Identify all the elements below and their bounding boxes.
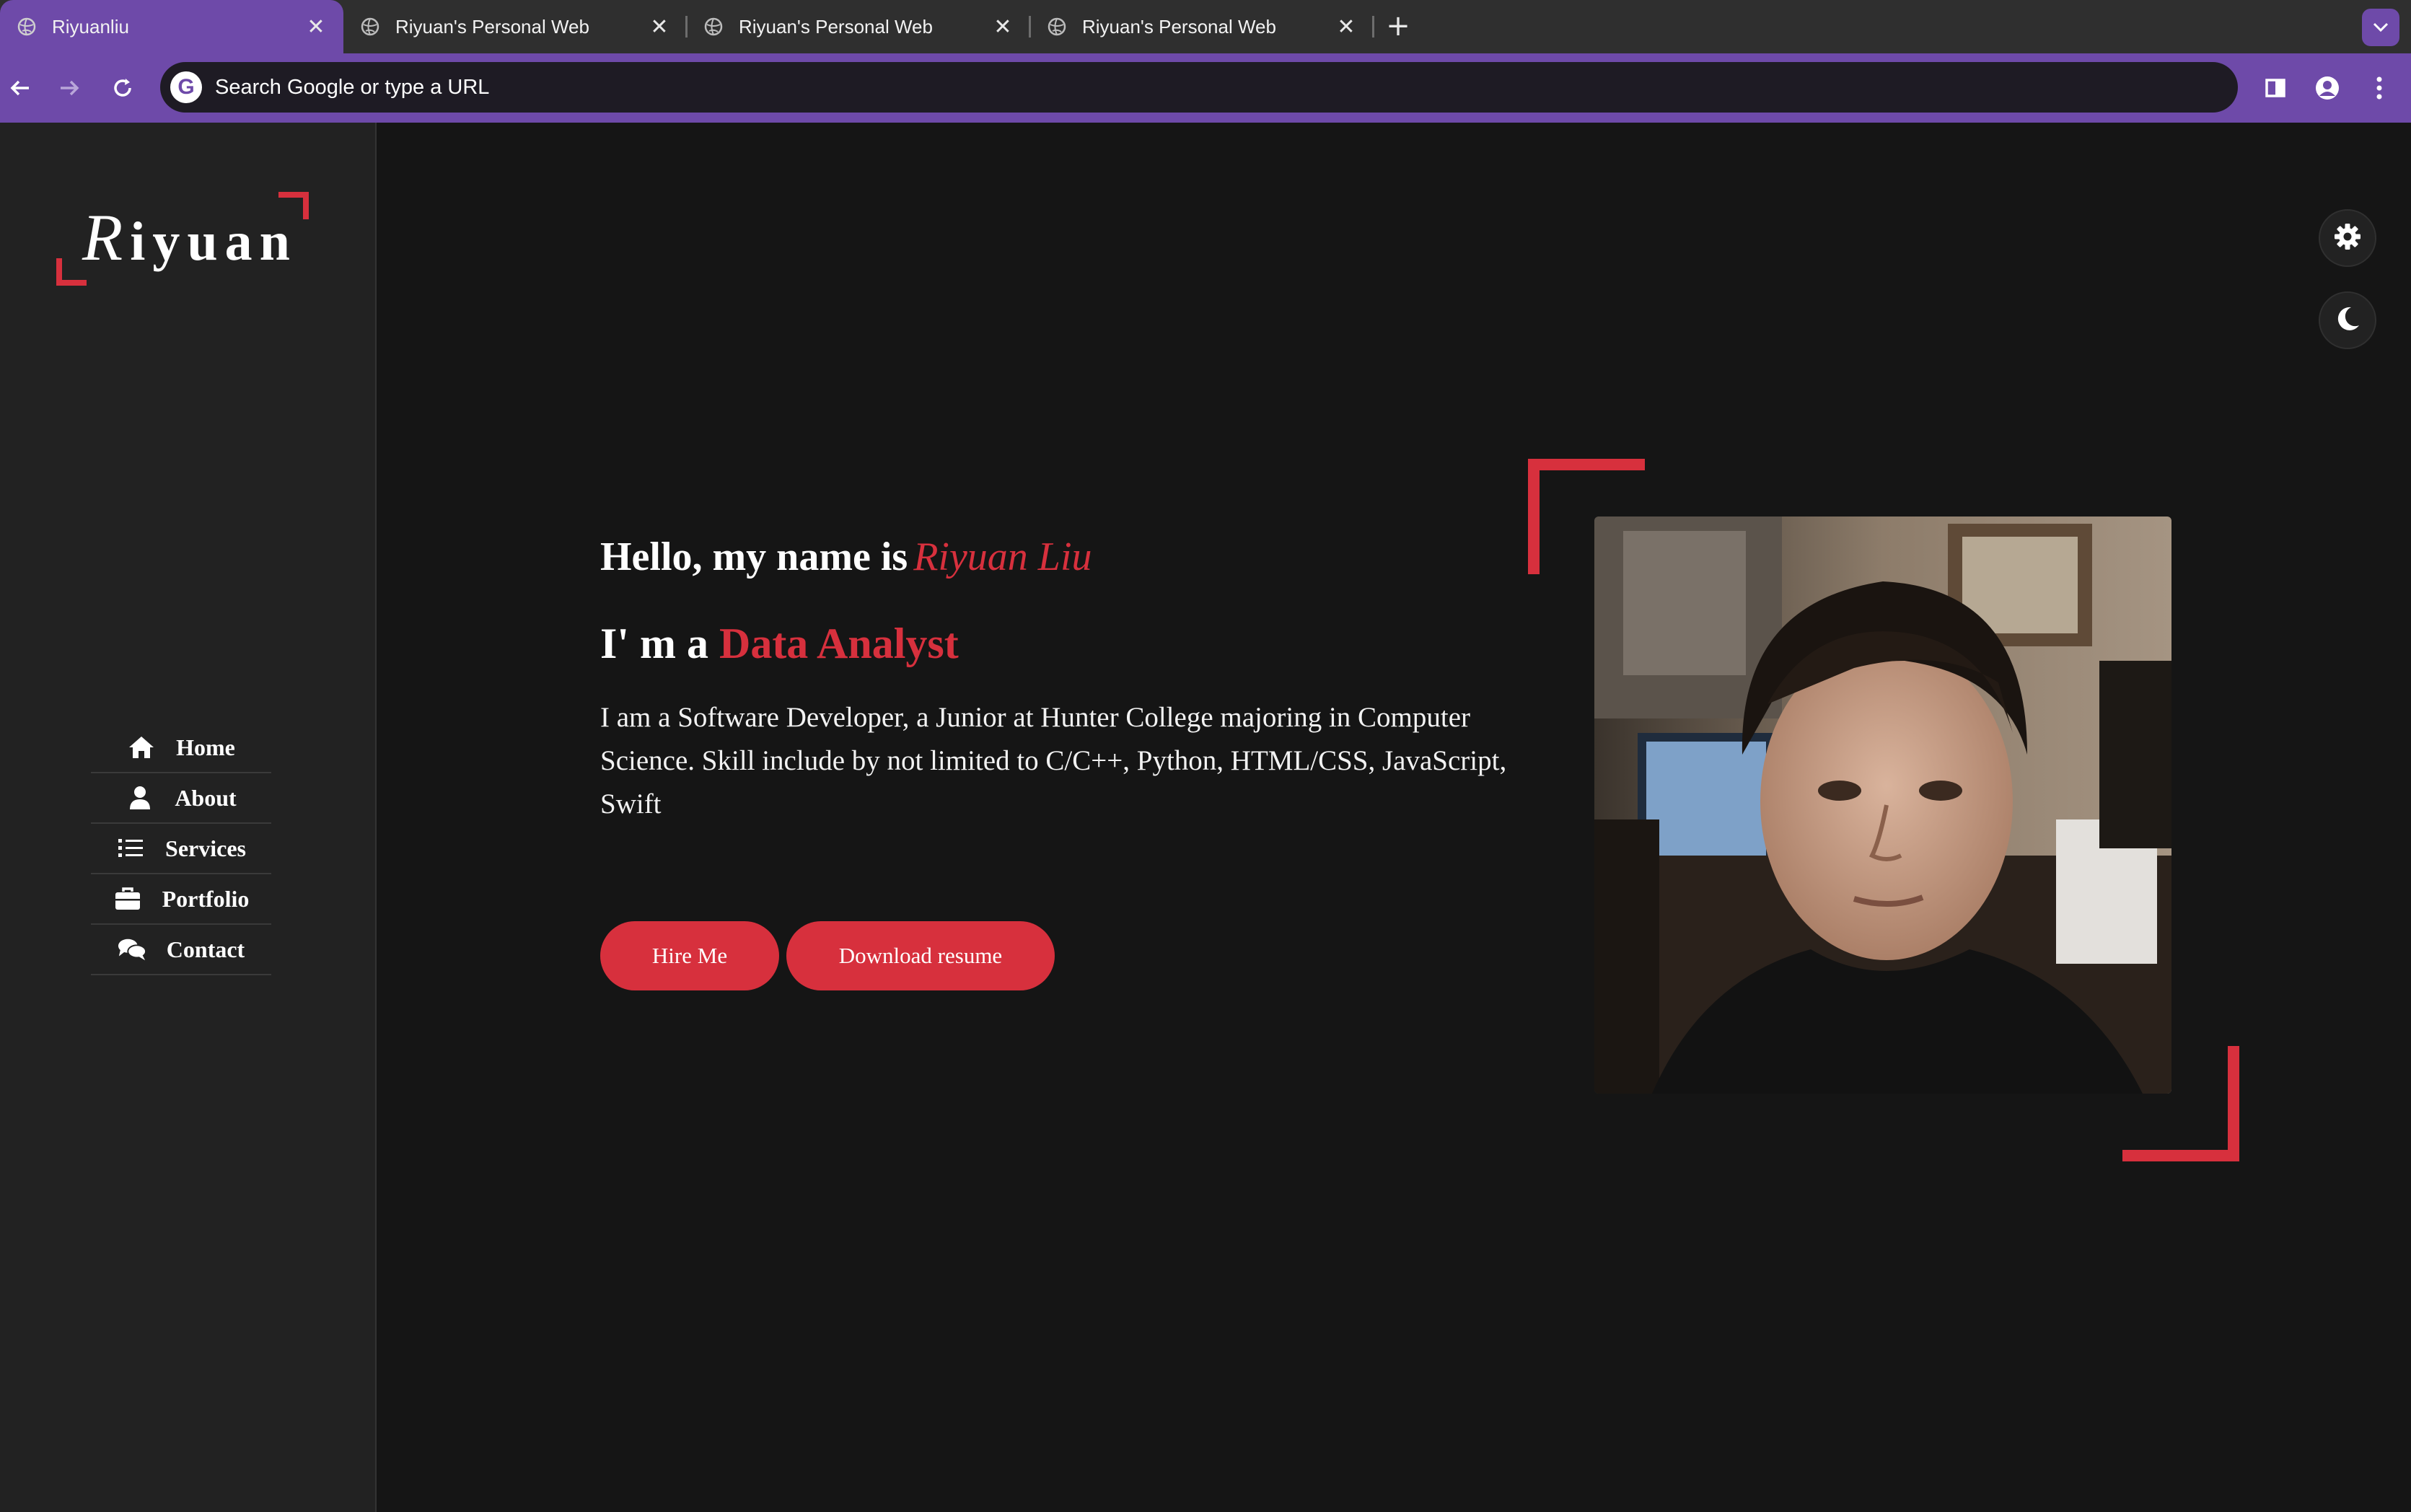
profile-photo [1594, 517, 2171, 1094]
tab-search-chevron-icon[interactable] [2362, 9, 2399, 46]
comments-icon [118, 935, 146, 964]
tab-riyuanliu[interactable]: Riyuanliu ✕ [0, 0, 343, 53]
more-menu-icon[interactable] [2362, 71, 2397, 105]
nav-label: Home [176, 734, 235, 760]
nav-label: About [175, 784, 237, 811]
download-resume-button[interactable]: Download resume [786, 921, 1055, 990]
gear-icon [2333, 222, 2362, 254]
greeting-heading: Hello, my name is Riyuan Liu [600, 534, 1538, 599]
user-icon [126, 783, 154, 812]
new-tab-plus-icon[interactable]: + [1382, 10, 1415, 43]
nav-item-about[interactable]: About [91, 773, 271, 824]
globe-icon [703, 16, 724, 38]
close-icon[interactable]: ✕ [302, 12, 330, 41]
address-bar[interactable]: G Search Google or type a URL [160, 62, 2238, 113]
forward-arrow-icon[interactable] [52, 71, 87, 105]
role-prefix: I' m a [600, 620, 708, 667]
cta-row: Hire Me Download resume [600, 921, 1538, 990]
nav-item-home[interactable]: Home [91, 723, 271, 773]
side-panel-icon[interactable] [2258, 71, 2293, 105]
bio-paragraph: I am a Software Developer, a Junior at H… [600, 702, 1507, 819]
tab-personal-web[interactable]: Riyuan's Personal Web ✕ [687, 0, 1030, 53]
nav-item-services[interactable]: Services [91, 824, 271, 874]
globe-icon [1046, 16, 1068, 38]
greeting-text: Hello, my name is [600, 535, 908, 579]
address-bar-placeholder: Search Google or type a URL [215, 75, 490, 99]
main-content: Hello, my name is Riyuan Liu I' m a Data … [378, 123, 2411, 1512]
home-icon [127, 733, 156, 762]
browser-tab-strip: Riyuanliu ✕ Riyuan's Personal Web ✕ Riyu… [0, 0, 2411, 53]
tab-separator [1372, 16, 1374, 38]
role-heading: I' m a Data Analyst [600, 619, 1538, 669]
role-highlight: Data Analyst [719, 620, 959, 667]
nav-item-contact[interactable]: Contact [91, 925, 271, 975]
main-nav: Home About Services Portfolio Contact [91, 723, 271, 975]
site-logo[interactable]: Riyuan [56, 192, 309, 286]
sidebar: Riyuan Home About Services Portfolio Con… [0, 123, 377, 1512]
globe-icon [359, 16, 381, 38]
reload-icon[interactable] [105, 71, 140, 105]
close-icon[interactable]: ✕ [645, 12, 674, 41]
list-icon [116, 834, 145, 863]
close-icon[interactable]: ✕ [988, 12, 1017, 41]
moon-icon [2334, 305, 2361, 335]
profile-avatar-icon[interactable] [2310, 71, 2345, 105]
tab-title: Riyuan's Personal Web [395, 15, 589, 38]
name-highlight: Riyuan Liu [913, 535, 1092, 579]
tab-personal-web[interactable]: Riyuan's Personal Web ✕ [1030, 0, 1374, 53]
nav-label: Portfolio [162, 885, 250, 912]
tab-personal-web[interactable]: Riyuan's Personal Web ✕ [343, 0, 687, 53]
hire-me-button[interactable]: Hire Me [600, 921, 779, 990]
briefcase-icon [113, 884, 142, 913]
close-icon[interactable]: ✕ [1332, 12, 1361, 41]
tab-title: Riyuan's Personal Web [1082, 15, 1276, 38]
hero-section: Hello, my name is Riyuan Liu I' m a Data … [600, 534, 1538, 990]
logo-text: Riyuan [82, 201, 297, 274]
google-g-icon: G [170, 71, 202, 103]
globe-icon [16, 16, 38, 38]
tab-title: Riyuanliu [52, 15, 129, 38]
theme-toggle-button[interactable] [2319, 291, 2376, 349]
nav-label: Contact [166, 936, 245, 962]
nav-item-portfolio[interactable]: Portfolio [91, 874, 271, 925]
settings-button[interactable] [2319, 209, 2376, 267]
nav-label: Services [165, 835, 246, 861]
back-arrow-icon[interactable] [3, 71, 38, 105]
tab-title: Riyuan's Personal Web [739, 15, 933, 38]
browser-toolbar: G Search Google or type a URL [0, 53, 2411, 123]
